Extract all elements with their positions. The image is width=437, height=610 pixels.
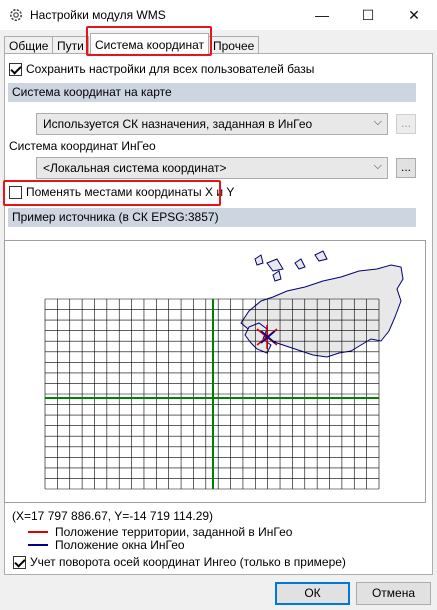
map-cs-section-header: Система координат на карте xyxy=(8,83,416,102)
minimize-button[interactable]: — xyxy=(299,0,345,30)
preview-canvas xyxy=(44,250,404,490)
coordinate-readout: (X=17 797 886.67, Y=-14 719 114.29) xyxy=(12,509,214,523)
window-title: Настройки модуля WMS xyxy=(30,8,166,22)
swap-xy-checkbox[interactable]: Поменять местами координаты X и Y xyxy=(9,185,234,199)
example-section-header: Пример источника (в СК EPSG:3857) xyxy=(8,208,416,227)
territory-legend-label: Положение территории, заданной в ИнГео xyxy=(55,525,293,539)
tab-paths[interactable]: Пути xyxy=(52,36,89,54)
map-cs-dropdown[interactable]: Используется СК назначения, заданная в И… xyxy=(36,113,388,135)
save-for-all-box[interactable] xyxy=(9,62,22,76)
map-preview[interactable] xyxy=(4,240,426,503)
rotation-box[interactable] xyxy=(13,555,26,569)
window-legend-swatch xyxy=(28,544,48,546)
title-bar: Настройки модуля WMS — ☐ ✕ xyxy=(0,0,437,30)
save-for-all-checkbox[interactable]: Сохранить настройки для всех пользовател… xyxy=(9,62,314,76)
map-cs-browse-button[interactable]: ... xyxy=(396,114,416,134)
maximize-button[interactable]: ☐ xyxy=(345,0,391,30)
territory-legend-swatch xyxy=(28,531,48,533)
rotation-checkbox[interactable]: Учет поворота осей координат Ингео (толь… xyxy=(13,555,346,569)
window-legend-label: Положение окна ИнГео xyxy=(55,538,185,552)
chevron-down-icon: ⌵ xyxy=(373,116,382,128)
tab-coordinate-system[interactable]: Система координат xyxy=(90,33,210,55)
gear-icon xyxy=(10,9,22,21)
close-button[interactable]: ✕ xyxy=(391,0,437,30)
ingeo-cs-value: <Локальная система координат> xyxy=(43,161,227,175)
ingeo-cs-dropdown[interactable]: <Локальная система координат> ⌵ xyxy=(36,157,388,179)
tab-strip: Общие Пути Система координат Прочее xyxy=(4,33,433,55)
map-cs-value: Используется СК назначения, заданная в И… xyxy=(43,117,313,131)
ingeo-cs-browse-button[interactable]: ... xyxy=(396,158,416,178)
tab-other[interactable]: Прочее xyxy=(208,36,260,54)
rotation-label: Учет поворота осей координат Ингео (толь… xyxy=(30,555,346,569)
ok-button[interactable]: ОК xyxy=(275,582,350,605)
swap-xy-box[interactable] xyxy=(9,185,22,199)
ingeo-cs-label: Система координат ИнГео xyxy=(9,139,156,153)
cancel-button[interactable]: Отмена xyxy=(356,582,431,605)
chevron-down-icon: ⌵ xyxy=(373,160,382,172)
swap-xy-label: Поменять местами координаты X и Y xyxy=(26,185,235,199)
tab-general[interactable]: Общие xyxy=(4,36,54,54)
save-for-all-label: Сохранить настройки для всех пользовател… xyxy=(26,62,315,76)
